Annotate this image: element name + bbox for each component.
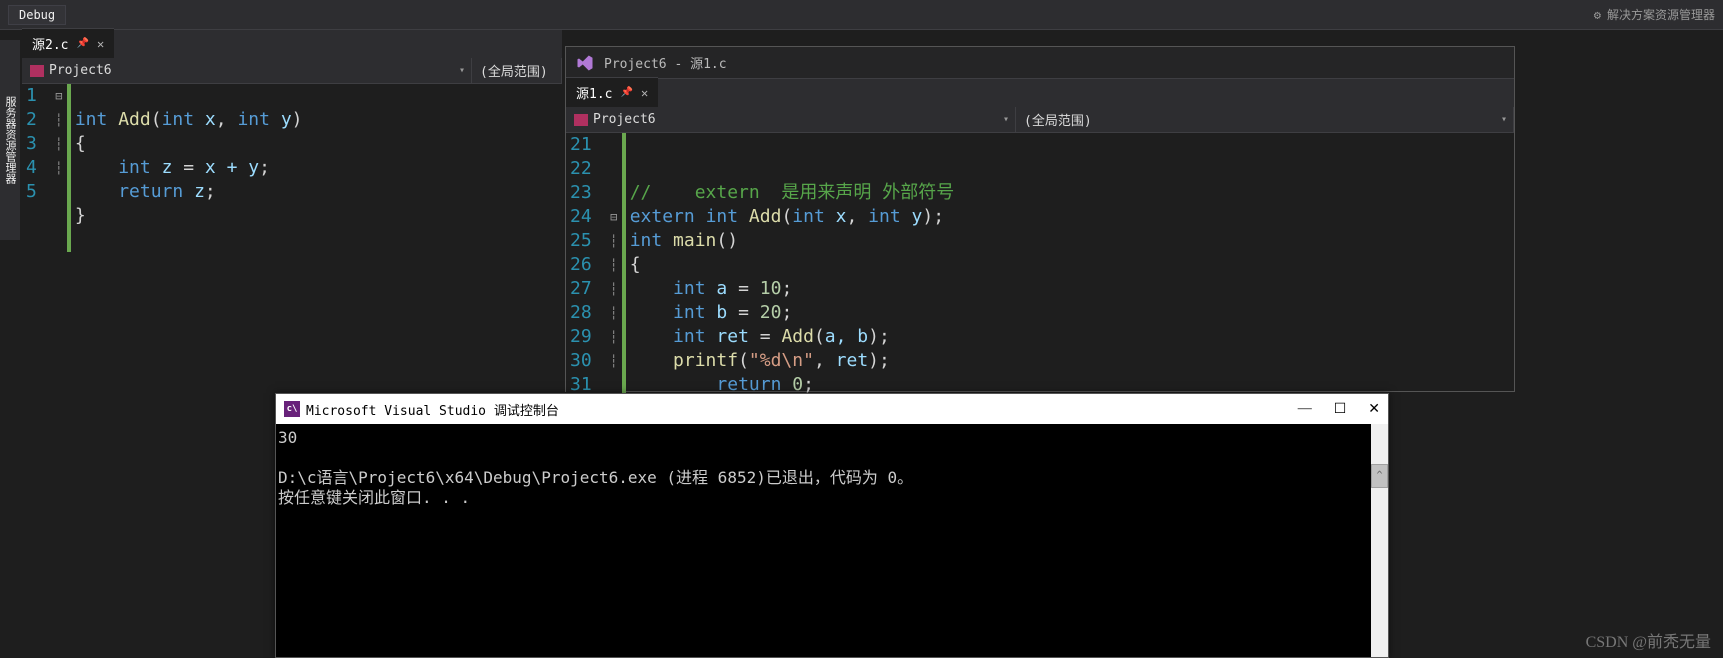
- project-name: Project6: [49, 63, 112, 78]
- scroll-thumb[interactable]: ^: [1371, 464, 1388, 488]
- debug-console-window: c\ Microsoft Visual Studio 调试控制台 — ☐ ✕ 3…: [275, 393, 1389, 658]
- project-dropdown[interactable]: Project6 ▾: [566, 107, 1016, 132]
- window-buttons: — ☐ ✕: [1298, 401, 1380, 418]
- tab-source2[interactable]: 源2.c 📌 ✕: [22, 28, 114, 58]
- nav-bar-left: Project6 ▾ (全局范围): [22, 58, 562, 84]
- minimize-button[interactable]: —: [1298, 401, 1312, 418]
- project-icon: [30, 65, 44, 77]
- console-title-text: Microsoft Visual Studio 调试控制台: [306, 400, 559, 419]
- maximize-button[interactable]: ☐: [1334, 401, 1347, 418]
- window-title: Project6 - 源1.c: [604, 53, 727, 72]
- scope-label: (全局范围): [480, 61, 548, 80]
- scope-dropdown[interactable]: (全局范围): [472, 58, 562, 83]
- server-explorer-tab[interactable]: 服务器资源管理器: [4, 96, 17, 184]
- project-name: Project6: [593, 112, 656, 127]
- chevron-down-icon: ▾: [1501, 114, 1507, 125]
- code-area-right[interactable]: 21 22 23 24 25 26 27 28 29 30 31 ⊟ ┆┆┆┆┆…: [566, 133, 1514, 421]
- pin-icon[interactable]: 📌: [76, 38, 88, 49]
- tab-label: 源2.c: [32, 34, 68, 53]
- fold-icon[interactable]: ⊟: [51, 84, 67, 108]
- console-output[interactable]: 30 D:\c语言\Project6\x64\Debug\Project6.ex…: [276, 424, 1388, 657]
- vs-console-icon: c\: [284, 401, 300, 417]
- tab-bar-left: 源2.c 📌 ✕: [22, 30, 562, 58]
- solution-explorer-link[interactable]: 解决方案资源管理器: [1607, 6, 1715, 23]
- side-panel-tabs[interactable]: 服务器资源管理器 工具箱: [0, 40, 20, 240]
- tab-source1[interactable]: 源1.c 📌 ✕: [566, 77, 658, 107]
- close-button[interactable]: ✕: [1368, 401, 1380, 418]
- editor-pane-right: Project6 - 源1.c 源1.c 📌 ✕ Project6 ▾ (全局范…: [565, 46, 1515, 392]
- chevron-down-icon: ▾: [459, 65, 465, 76]
- tab-label: 源1.c: [576, 83, 612, 102]
- floating-window-titlebar[interactable]: Project6 - 源1.c: [566, 47, 1514, 79]
- project-icon: [574, 114, 588, 126]
- config-dropdown[interactable]: Debug: [8, 5, 66, 25]
- close-icon[interactable]: ✕: [97, 37, 104, 51]
- fold-icon[interactable]: ⊟: [606, 205, 622, 229]
- fold-column: ⊟ ┆┆┆┆┆┆: [606, 133, 626, 421]
- scope-dropdown[interactable]: (全局范围) ▾: [1016, 107, 1514, 132]
- pin-icon[interactable]: 📌: [620, 87, 632, 98]
- code-text[interactable]: // extern 是用来声明 外部符号 extern int Add(int …: [626, 133, 955, 421]
- close-icon[interactable]: ✕: [641, 86, 648, 100]
- toolbox-tab[interactable]: 工具箱: [0, 124, 1, 157]
- scrollbar[interactable]: ^: [1371, 424, 1388, 657]
- project-dropdown[interactable]: Project6 ▾: [22, 58, 472, 83]
- tab-bar-right: 源1.c 📌 ✕: [566, 79, 1514, 107]
- scope-label: (全局范围): [1024, 110, 1092, 129]
- editor-pane-left: 源2.c 📌 ✕ Project6 ▾ (全局范围) 1 2 3 4 5 ⊟ ┆…: [22, 30, 562, 390]
- vs-logo-icon: [576, 54, 594, 72]
- gear-icon[interactable]: ⚙: [1594, 8, 1601, 22]
- main-toolbar: Debug ⚙ 解决方案资源管理器: [0, 0, 1723, 30]
- code-area-left[interactable]: 1 2 3 4 5 ⊟ ┆┆┆ int Add(int x, int y) { …: [22, 84, 562, 252]
- nav-bar-right: Project6 ▾ (全局范围) ▾: [566, 107, 1514, 133]
- chevron-down-icon: ▾: [1003, 114, 1009, 125]
- console-titlebar[interactable]: c\ Microsoft Visual Studio 调试控制台 — ☐ ✕: [276, 394, 1388, 424]
- watermark: CSDN @前秃无量: [1586, 628, 1711, 652]
- line-gutter: 21 22 23 24 25 26 27 28 29 30 31: [566, 133, 606, 421]
- line-gutter: 1 2 3 4 5: [22, 84, 51, 252]
- code-text[interactable]: int Add(int x, int y) { int z = x + y; r…: [71, 84, 303, 252]
- fold-column: ⊟ ┆┆┆: [51, 84, 71, 252]
